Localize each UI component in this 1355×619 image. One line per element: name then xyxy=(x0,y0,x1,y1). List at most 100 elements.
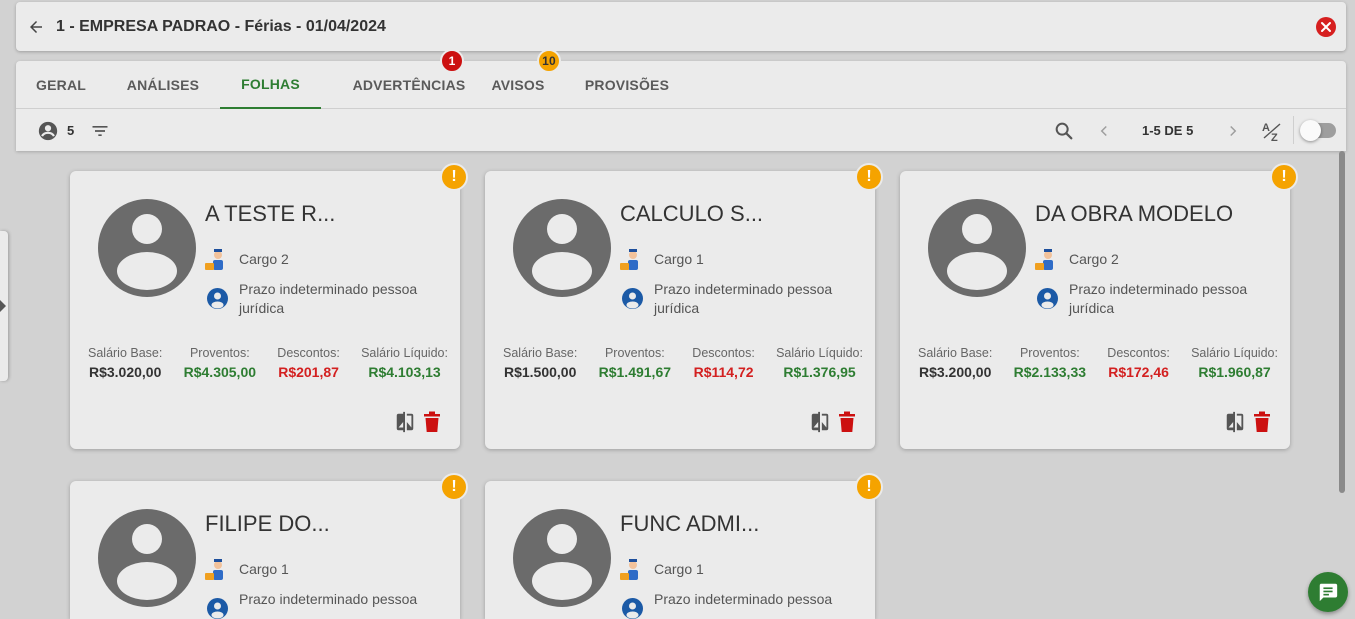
proventos-value: R$1.491,67 xyxy=(598,364,672,380)
employee-card[interactable]: ! CALCULO S... Cargo 1 Prazo indetermina… xyxy=(485,163,883,449)
delete-icon[interactable] xyxy=(837,411,857,433)
account-icon xyxy=(622,598,643,619)
filter-icon[interactable] xyxy=(88,119,112,143)
contract-type: Prazo indeterminado pessoa jurídica xyxy=(654,281,833,316)
svg-text:A: A xyxy=(1262,122,1270,134)
salario-liquido-value: R$4.103,13 xyxy=(368,364,441,380)
account-circle-icon xyxy=(36,119,60,143)
avatar xyxy=(513,199,611,297)
descontos-value: R$201,87 xyxy=(278,364,339,380)
avatar xyxy=(513,509,611,607)
compare-icon[interactable] xyxy=(394,411,416,433)
job-title: Cargo 2 xyxy=(239,251,289,267)
scrollbar[interactable] xyxy=(1339,151,1345,493)
salario-base-value: R$3.200,00 xyxy=(918,364,992,380)
chevron-left-icon[interactable] xyxy=(1092,119,1116,143)
avisos-badge: 10 xyxy=(537,49,561,73)
employee-card[interactable]: ! DA OBRA MODELO Cargo 2 Prazo indetermi… xyxy=(900,163,1298,449)
account-icon xyxy=(207,288,228,309)
descontos-value: R$172,46 xyxy=(1108,364,1169,380)
close-icon[interactable] xyxy=(1316,17,1336,37)
tabs-panel: GERAL ANÁLISES FOLHAS ADVERTÊNCIAS 1 AVI… xyxy=(16,49,1346,151)
avatar xyxy=(98,509,196,607)
employee-card[interactable]: ! FUNC ADMI... Cargo 1 Prazo indetermina… xyxy=(485,473,883,619)
worker-icon xyxy=(619,247,645,273)
contract-type: Prazo indeterminado pessoa jurídica xyxy=(239,591,418,612)
delete-icon[interactable] xyxy=(422,411,442,433)
job-title: Cargo 1 xyxy=(239,561,289,577)
salary-totals: Salário Base: R$3.020,00 Proventos: R$4.30… xyxy=(88,346,448,380)
account-icon xyxy=(1037,288,1058,309)
warning-icon[interactable]: ! xyxy=(440,473,468,501)
account-icon xyxy=(207,598,228,619)
worker-icon xyxy=(1034,247,1060,273)
tab-analises[interactable]: ANÁLISES xyxy=(120,61,206,109)
delete-icon[interactable] xyxy=(1252,411,1272,433)
side-drawer-handle[interactable] xyxy=(0,231,8,381)
chevron-right-icon xyxy=(0,300,6,312)
proventos-label: Proventos: xyxy=(604,346,665,360)
proventos-label: Proventos: xyxy=(1019,346,1080,360)
worker-icon xyxy=(204,557,230,583)
account-icon xyxy=(622,288,643,309)
employee-name: FUNC ADMI... xyxy=(620,511,760,536)
search-icon[interactable] xyxy=(1052,119,1076,143)
chevron-right-icon[interactable] xyxy=(1221,119,1245,143)
warning-icon[interactable]: ! xyxy=(440,163,468,191)
contract-type: Prazo indeterminado pessoa jurídica xyxy=(1069,281,1248,316)
employee-name: A TESTE R... xyxy=(205,201,336,226)
employee-card[interactable]: ! FILIPE DO... Cargo 1 Prazo indetermina… xyxy=(70,473,468,619)
worker-icon xyxy=(204,247,230,273)
tab-provisoes[interactable]: PROVISÕES xyxy=(582,61,672,109)
advertencias-badge: 1 xyxy=(440,49,464,73)
employee-name: DA OBRA MODELO xyxy=(1035,201,1234,226)
tab-geral[interactable]: GERAL xyxy=(28,61,94,109)
salario-liquido-value: R$1.376,95 xyxy=(783,364,856,380)
warning-icon[interactable]: ! xyxy=(855,473,883,501)
salario-liquido-label: Salário Líquido: xyxy=(1191,346,1278,360)
job-title: Cargo 1 xyxy=(654,251,704,267)
page-title: 1 - EMPRESA PADRAO - Férias - 01/04/2024 xyxy=(56,17,386,35)
tab-avisos[interactable]: AVISOS 10 xyxy=(488,49,561,109)
salario-base-value: R$1.500,00 xyxy=(503,364,577,380)
employee-name: CALCULO S... xyxy=(620,201,764,226)
proventos-value: R$4.305,00 xyxy=(183,364,257,380)
list-toolbar: 5 1-5 DE 5 AZ xyxy=(16,110,1346,151)
svg-text:Z: Z xyxy=(1271,132,1278,143)
view-toggle[interactable] xyxy=(1300,120,1336,141)
contract-type: Prazo indeterminado pessoa jurídica xyxy=(654,591,833,612)
job-title: Cargo 2 xyxy=(1069,251,1119,267)
avatar xyxy=(928,199,1026,297)
salario-liquido-label: Salário Líquido: xyxy=(776,346,863,360)
salario-base-label: Salário Base: xyxy=(88,346,163,360)
warning-icon[interactable]: ! xyxy=(855,163,883,191)
descontos-label: Descontos: xyxy=(1107,346,1170,360)
job-title: Cargo 1 xyxy=(654,561,704,577)
salary-totals: Salário Base: R$1.500,00 Proventos: R$1.49… xyxy=(503,346,863,380)
tab-folhas[interactable]: FOLHAS xyxy=(220,61,321,109)
descontos-label: Descontos: xyxy=(692,346,755,360)
warning-icon[interactable]: ! xyxy=(1270,163,1298,191)
contract-type: Prazo indeterminado pessoa jurídica xyxy=(239,281,418,316)
salary-totals: Salário Base: R$3.200,00 Proventos: R$2.13… xyxy=(918,346,1278,380)
descontos-label: Descontos: xyxy=(277,346,340,360)
salario-liquido-label: Salário Líquido: xyxy=(361,346,448,360)
chat-icon[interactable] xyxy=(1308,572,1348,612)
salario-base-value: R$3.020,00 xyxy=(88,364,162,380)
tab-bar: GERAL ANÁLISES FOLHAS ADVERTÊNCIAS 1 AVI… xyxy=(16,49,1346,109)
employee-card[interactable]: ! A TESTE R... Cargo 2 Prazo indetermina… xyxy=(70,163,468,449)
back-arrow-icon[interactable] xyxy=(26,17,46,37)
proventos-label: Proventos: xyxy=(189,346,250,360)
compare-icon[interactable] xyxy=(809,411,831,433)
sort-alphabetical-icon[interactable]: AZ xyxy=(1260,119,1284,143)
employee-count: 5 xyxy=(67,123,75,138)
tab-advertencias[interactable]: ADVERTÊNCIAS 1 xyxy=(338,49,480,109)
pagination-text: 1-5 DE 5 xyxy=(1142,123,1194,138)
salario-liquido-value: R$1.960,87 xyxy=(1198,364,1271,380)
employee-name: FILIPE DO... xyxy=(205,511,330,536)
salario-base-label: Salário Base: xyxy=(918,346,993,360)
compare-icon[interactable] xyxy=(1224,411,1246,433)
salario-base-label: Salário Base: xyxy=(503,346,578,360)
proventos-value: R$2.133,33 xyxy=(1013,364,1087,380)
avatar xyxy=(98,199,196,297)
